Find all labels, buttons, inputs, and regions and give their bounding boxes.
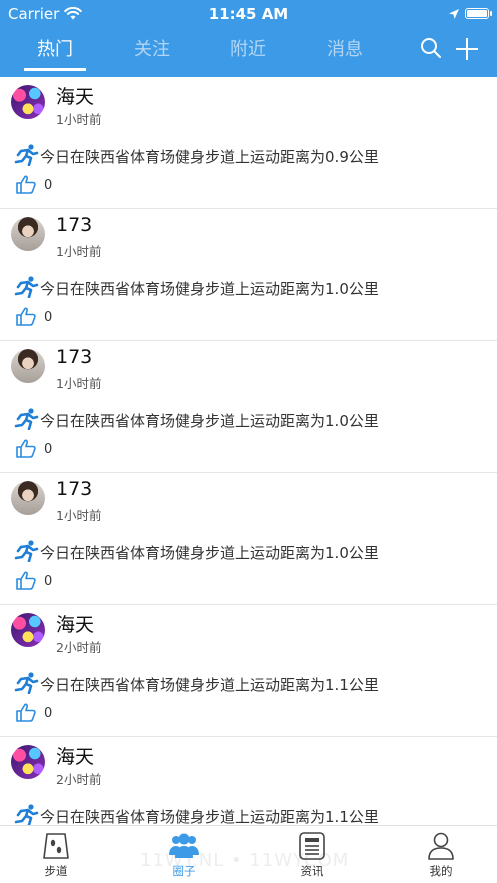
post-username[interactable]: 173 [56, 346, 92, 368]
tabbar-label: 步道 [44, 864, 68, 878]
feed-post[interactable]: 海天 2小时前 今日在陕西省体育场健身步道上运动距离为1.1公里 0 [0, 605, 497, 737]
like-count: 0 [44, 574, 53, 589]
plus-icon[interactable] [455, 37, 479, 61]
post-time: 1小时前 [56, 508, 102, 523]
tab-nearby[interactable]: 附近 [230, 35, 266, 61]
post-username[interactable]: 海天 [56, 610, 94, 637]
post-content: 今日在陕西省体育场健身步道上运动距离为1.0公里 [40, 544, 379, 562]
post-time: 1小时前 [56, 376, 102, 391]
thumbs-up-icon[interactable] [16, 307, 36, 330]
feed-post[interactable]: 海天 2小时前 今日在陕西省体育场健身步道上运动距离为1.1公里 0 [0, 737, 497, 825]
feed-post[interactable]: 173 1小时前 今日在陕西省体育场健身步道上运动距离为1.0公里 0 [0, 341, 497, 473]
tab-hot[interactable]: 热门 [24, 35, 86, 71]
thumbs-up-icon[interactable] [16, 571, 36, 594]
like-count: 0 [44, 442, 53, 457]
post-username[interactable]: 海天 [56, 742, 94, 769]
tabbar-label: 我的 [429, 864, 453, 878]
post-content: 今日在陕西省体育场健身步道上运动距离为1.0公里 [40, 280, 379, 298]
running-icon [13, 276, 39, 302]
running-icon [13, 144, 39, 170]
post-username[interactable]: 173 [56, 214, 92, 236]
post-time: 2小时前 [56, 640, 102, 655]
feed-post[interactable]: 173 1小时前 今日在陕西省体育场健身步道上运动距离为1.0公里 0 [0, 473, 497, 605]
running-icon [13, 804, 39, 825]
battery-fill [467, 10, 487, 17]
tab-messages[interactable]: 消息 [327, 35, 363, 61]
clock: 11:45 AM [208, 4, 289, 23]
running-icon [13, 540, 39, 566]
avatar[interactable] [11, 613, 45, 647]
tab-follow[interactable]: 关注 [134, 35, 170, 61]
feed-post[interactable]: 海天 1小时前 今日在陕西省体育场健身步道上运动距离为0.9公里 0 [0, 77, 497, 209]
post-content: 今日在陕西省体育场健身步道上运动距离为1.0公里 [40, 412, 379, 430]
tabbar-label: 资讯 [300, 864, 324, 878]
battery-icon [465, 8, 492, 19]
group-icon [169, 833, 199, 858]
avatar[interactable] [11, 85, 45, 119]
running-icon [13, 408, 39, 434]
avatar[interactable] [11, 349, 45, 383]
avatar[interactable] [11, 217, 45, 251]
feed-list[interactable]: 海天 1小时前 今日在陕西省体育场健身步道上运动距离为0.9公里 0 173 1… [0, 77, 497, 825]
post-time: 1小时前 [56, 244, 102, 259]
tabbar-item-footpath[interactable]: 步道 [16, 830, 96, 879]
post-time: 2小时前 [56, 772, 102, 787]
tabbar-item-group[interactable]: 圈子 [144, 830, 224, 879]
post-username[interactable]: 海天 [56, 82, 94, 109]
search-icon[interactable] [420, 37, 442, 59]
header: Carrier 11:45 AM 热门 关注 附近 消息 [0, 0, 497, 77]
like-count: 0 [44, 310, 53, 325]
thumbs-up-icon[interactable] [16, 439, 36, 462]
footpath-icon [43, 833, 69, 859]
news-icon [299, 832, 325, 860]
feed-post[interactable]: 173 1小时前 今日在陕西省体育场健身步道上运动距离为1.0公里 0 [0, 209, 497, 341]
post-username[interactable]: 173 [56, 478, 92, 500]
thumbs-up-icon[interactable] [16, 175, 36, 198]
post-time: 1小时前 [56, 112, 102, 127]
status-bar: Carrier 11:45 AM [0, 0, 497, 27]
like-count: 0 [44, 178, 53, 193]
running-icon [13, 672, 39, 698]
top-nav: 热门 关注 附近 消息 [0, 27, 497, 77]
avatar[interactable] [11, 745, 45, 779]
tabbar-label: 圈子 [172, 864, 196, 878]
avatar[interactable] [11, 481, 45, 515]
bottom-tab-bar: 11WY.NL • 11WYCOM 步道 圈子 资讯 我的 [0, 825, 497, 883]
post-content: 今日在陕西省体育场健身步道上运动距离为1.1公里 [40, 676, 379, 694]
thumbs-up-icon[interactable] [16, 703, 36, 726]
tabbar-item-profile[interactable]: 我的 [401, 830, 481, 879]
like-count: 0 [44, 706, 53, 721]
post-content: 今日在陕西省体育场健身步道上运动距离为0.9公里 [40, 148, 379, 166]
tabbar-item-news[interactable]: 资讯 [272, 830, 352, 879]
profile-icon [428, 832, 454, 860]
post-content: 今日在陕西省体育场健身步道上运动距离为1.1公里 [40, 808, 379, 825]
